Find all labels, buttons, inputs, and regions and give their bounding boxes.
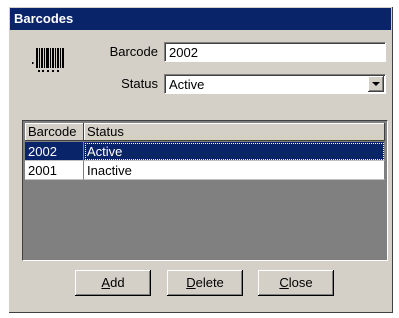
status-label: Status xyxy=(121,76,158,91)
barcodes-grid[interactable]: Barcode Status 2002 Active 2001 Inactive xyxy=(22,120,388,261)
delete-button[interactable]: Delete xyxy=(167,270,243,296)
grid-header: Barcode Status xyxy=(25,123,385,141)
window-title: Barcodes xyxy=(10,8,391,30)
column-header-status[interactable]: Status xyxy=(84,123,385,141)
chevron-down-icon xyxy=(372,82,380,86)
close-button[interactable]: Close xyxy=(258,270,334,296)
cell-barcode[interactable]: 2002 xyxy=(25,142,84,161)
cell-status[interactable]: Active xyxy=(84,142,385,161)
add-button[interactable]: Add xyxy=(75,270,151,296)
table-row[interactable]: 2001 Inactive xyxy=(25,161,385,180)
table-row[interactable]: 2002 Active xyxy=(25,142,385,161)
dropdown-arrow-button[interactable] xyxy=(368,76,384,92)
barcodes-window: Barcodes Barcode 2002 Status Active Barc… xyxy=(8,6,393,313)
cell-status[interactable]: Inactive xyxy=(84,161,385,180)
status-select[interactable]: Active xyxy=(164,74,386,94)
barcode-icon xyxy=(32,48,64,72)
barcode-field-value: 2002 xyxy=(169,45,198,60)
barcode-label: Barcode xyxy=(109,44,158,59)
status-select-value: Active xyxy=(169,77,205,92)
barcode-field[interactable]: 2002 xyxy=(164,42,386,62)
column-header-barcode[interactable]: Barcode xyxy=(25,123,84,141)
cell-barcode[interactable]: 2001 xyxy=(25,161,84,180)
